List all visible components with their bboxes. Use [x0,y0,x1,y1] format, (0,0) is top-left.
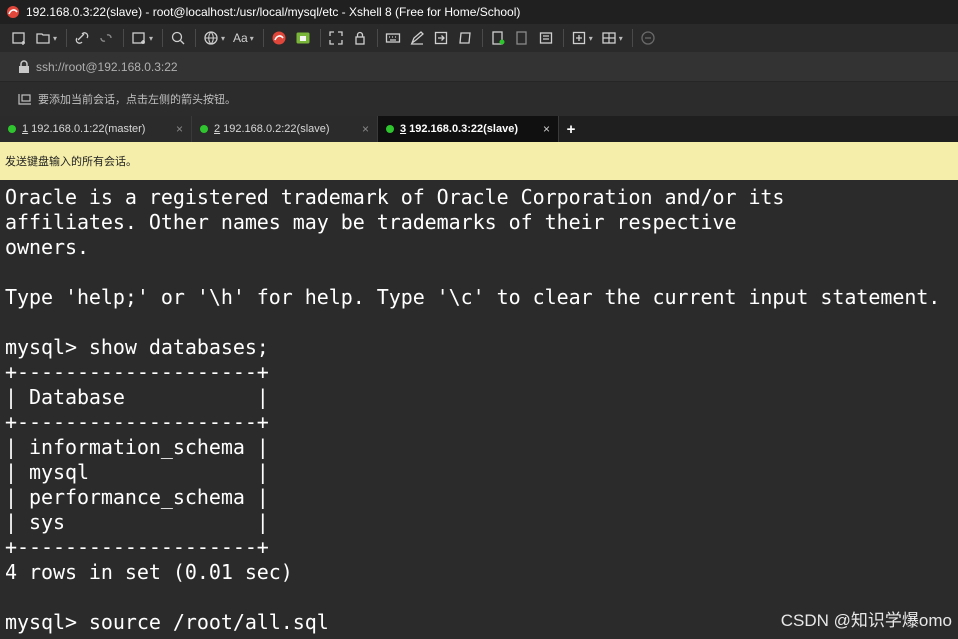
xshell-logo-icon [6,5,20,19]
new-session-icon[interactable] [8,27,30,49]
session-hint-text: 要添加当前会话，点击左侧的箭头按钮。 [38,94,236,106]
disconnect-icon[interactable] [95,27,117,49]
transfer-icon[interactable] [430,27,452,49]
fullscreen-icon[interactable] [325,27,347,49]
watermark: CSDN @知识学爆omo [780,611,952,630]
chevron-down-icon[interactable]: ▾ [149,34,153,43]
session-bar-icon[interactable] [18,92,32,106]
terminal-line: | Database | [5,385,269,409]
lock-icon [18,59,30,74]
terminal-line: +--------------------+ [5,535,269,559]
tab-session-1[interactable]: 1 192.168.0.1:22(master) × [0,116,192,142]
terminal-line: Oracle is a registered trademark of Orac… [5,185,785,209]
address-bar[interactable]: ssh://root@192.168.0.3:22 [0,52,958,82]
toolbar-divider [123,29,125,47]
connected-status-dot [8,125,16,133]
terminal-line: | sys | [5,510,269,534]
help-icon[interactable] [637,27,659,49]
terminal-line: | mysql | [5,460,269,484]
terminal-line: +--------------------+ [5,360,269,384]
tab-number: 3 [400,123,407,135]
window-title: 192.168.0.3:22(slave) - root@localhost:/… [26,5,521,19]
log-icon[interactable] [487,27,509,49]
connected-status-dot [386,125,394,133]
tab-number: 1 [22,123,29,135]
compose-icon[interactable] [406,27,428,49]
tab-number: 2 [214,123,221,135]
toolbar-divider [376,29,378,47]
xshell-app-icon[interactable] [268,27,290,49]
chevron-down-icon[interactable]: ▾ [53,34,57,43]
toolbar-divider [319,29,321,47]
log-stop-icon[interactable] [511,27,533,49]
new-window-icon[interactable]: ▾ [128,27,156,49]
toolbar-divider [631,29,633,47]
search-icon[interactable] [167,27,189,49]
terminal-line: affiliates. Other names may be trademark… [5,210,737,234]
toolbar-divider [162,29,164,47]
send-bar-text: 发送键盘输入的所有会话。 [5,156,137,168]
toolbar-divider [481,29,483,47]
add-pane-icon[interactable]: ▾ [568,27,596,49]
title-bar: 192.168.0.3:22(slave) - root@localhost:/… [0,0,958,24]
terminal-line: | performance_schema | [5,485,269,509]
session-hint-bar: 要添加当前会话，点击左侧的箭头按钮。 [0,82,958,116]
keyboard-icon[interactable] [382,27,404,49]
chevron-down-icon[interactable]: ▾ [250,34,254,43]
tab-bar: 1 192.168.0.1:22(master) × 2 192.168.0.2… [0,116,958,142]
font-button-label: Aa [233,31,248,45]
tab-session-3[interactable]: 3 192.168.0.3:22(slave) × [378,116,559,142]
add-tab-button[interactable]: + [559,116,583,142]
tab-label: 192.168.0.3:22(slave) [409,123,518,135]
lock-icon[interactable] [349,27,371,49]
terminal-line: +--------------------+ [5,410,269,434]
globe-icon[interactable]: ▾ [200,27,228,49]
terminal-output[interactable]: Oracle is a registered trademark of Orac… [0,180,958,639]
tab-label: 192.168.0.1:22(master) [31,123,146,135]
close-icon[interactable]: × [176,122,183,136]
open-folder-icon[interactable]: ▾ [32,27,60,49]
send-to-all-sessions-bar: 发送键盘输入的所有会话。 [0,142,958,180]
address-input[interactable]: ssh://root@192.168.0.3:22 [36,60,178,74]
toolbar-divider [262,29,264,47]
chevron-down-icon[interactable]: ▾ [619,34,623,43]
toolbar: ▾ ▾ ▾ Aa ▾ ▾ ▾ [0,24,958,52]
terminal-line: mysql> show databases; [5,335,269,359]
terminal-line: owners. [5,235,89,259]
font-icon[interactable]: Aa ▾ [230,27,257,49]
script-icon[interactable] [454,27,476,49]
tab-label: 192.168.0.2:22(slave) [223,123,330,135]
toolbar-divider [195,29,197,47]
print-icon[interactable] [535,27,557,49]
close-icon[interactable]: × [362,122,369,136]
close-icon[interactable]: × [543,122,550,136]
chevron-down-icon[interactable]: ▾ [221,34,225,43]
terminal-line: 4 rows in set (0.01 sec) [5,560,293,584]
xftp-icon[interactable] [292,27,314,49]
connected-status-dot [200,125,208,133]
terminal-line: | information_schema | [5,435,269,459]
chevron-down-icon[interactable]: ▾ [589,34,593,43]
toolbar-divider [562,29,564,47]
connect-icon[interactable] [71,27,93,49]
tab-session-2[interactable]: 2 192.168.0.2:22(slave) × [192,116,378,142]
terminal-line: Type 'help;' or '\h' for help. Type '\c'… [5,285,941,309]
layout-icon[interactable]: ▾ [598,27,626,49]
toolbar-divider [66,29,68,47]
